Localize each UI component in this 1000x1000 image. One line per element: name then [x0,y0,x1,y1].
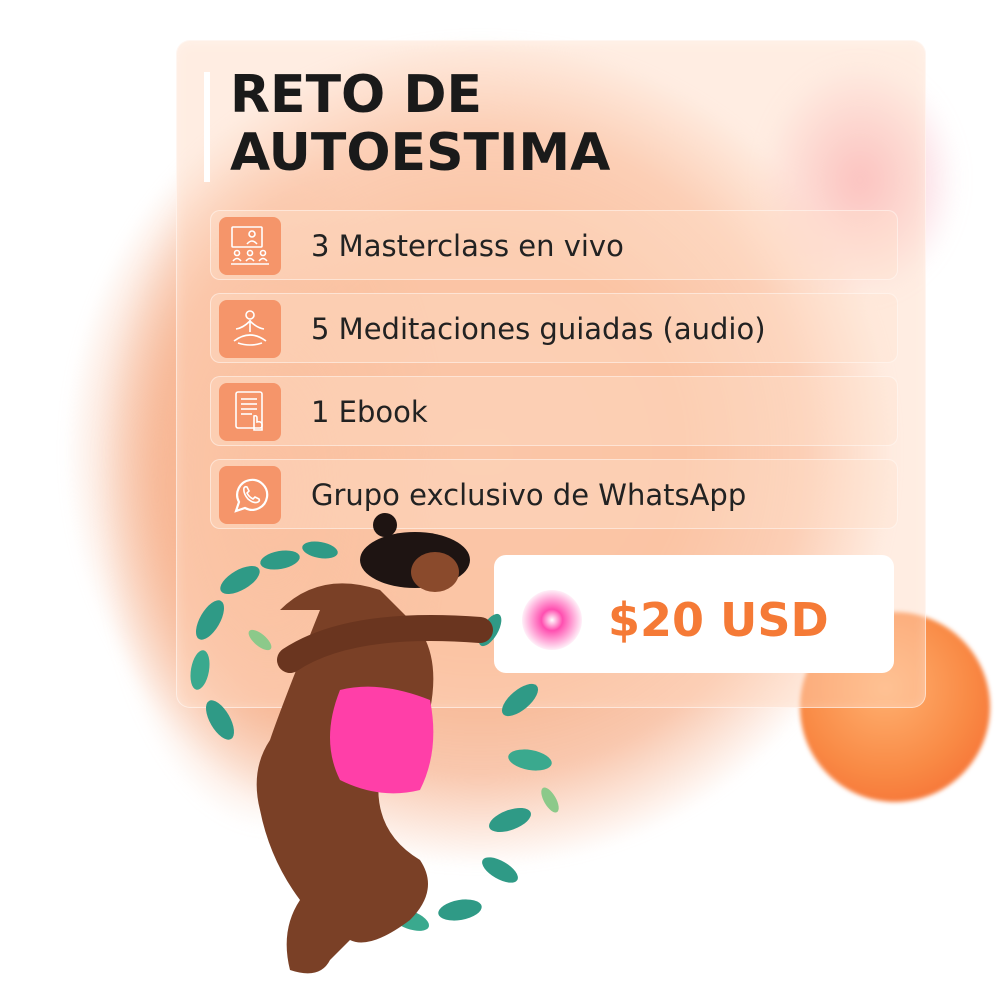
feature-item-meditation: 5 Meditaciones guiadas (audio) [210,293,898,363]
feature-item-masterclass: 3 Masterclass en vivo [210,210,898,280]
price-label: $20 USD [608,593,829,647]
title-line-2: AUTOESTIMA [230,123,611,183]
page-title: RETO DE AUTOESTIMA [230,66,830,182]
feature-label: 1 Ebook [311,395,428,429]
feature-label: 5 Meditaciones guiadas (audio) [311,312,766,346]
title-accent-bar [204,72,210,182]
feature-item-ebook: 1 Ebook [210,376,898,446]
title-line-1: RETO DE [230,65,483,125]
feature-label: 3 Masterclass en vivo [311,229,624,263]
woman-hugging-herself-illustration [190,513,559,974]
meditation-icon [219,300,281,358]
masterclass-presentation-icon [219,217,281,275]
ebook-tablet-icon [219,383,281,441]
